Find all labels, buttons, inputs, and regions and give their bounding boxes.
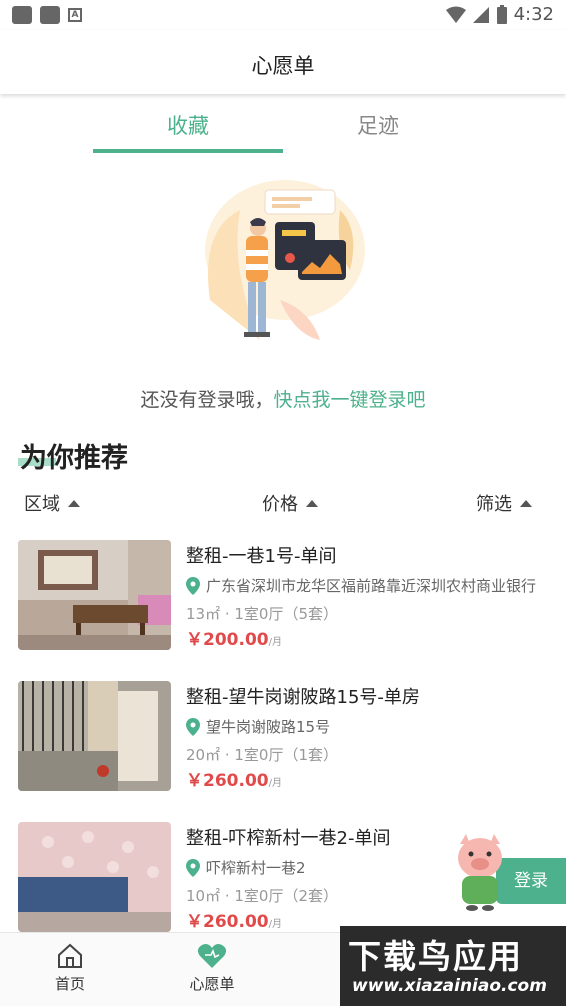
- listing-price-value: ￥200.00: [186, 630, 269, 650]
- recommend-section-title: 为你推荐: [20, 443, 128, 474]
- keyboard-a-icon: A: [68, 8, 82, 22]
- listing-title: 整租-一巷1号-单间: [186, 546, 337, 567]
- filter-area[interactable]: 区域: [24, 490, 80, 516]
- tab-history[interactable]: 足迹: [283, 110, 473, 140]
- clock-time: 4:32: [513, 4, 554, 25]
- listing-address: 望牛岗谢陂路15号: [186, 716, 546, 737]
- tab-favorites[interactable]: 收藏: [93, 110, 283, 140]
- listing-title: 整租-吓榨新村一巷2-单间: [186, 828, 391, 849]
- listing-price-unit: /月: [268, 637, 282, 648]
- listing-address: 广东省深圳市龙华区福前路靠近深圳农村商业银行: [186, 575, 546, 596]
- watermark-title: 下载鸟应用: [348, 937, 523, 976]
- app-header: 心愿单: [0, 30, 566, 94]
- filter-more[interactable]: 筛选: [476, 490, 532, 516]
- listing-price-unit: /月: [268, 919, 282, 930]
- notification-app-icon: [40, 6, 60, 24]
- sort-up-icon: [520, 499, 532, 507]
- listing-photo: [18, 822, 171, 932]
- nav-home[interactable]: 首页: [25, 943, 115, 994]
- listing-address-text: 广东省深圳市龙华区福前路靠近深圳农村商业银行: [206, 577, 537, 595]
- floating-login[interactable]: 登录: [452, 832, 566, 912]
- one-click-login-link[interactable]: 快点我一键登录吧: [274, 389, 426, 411]
- home-icon: [58, 943, 82, 968]
- sort-up-icon: [68, 499, 80, 507]
- nav-wishlist-label: 心愿单: [189, 975, 235, 993]
- nav-wishlist[interactable]: 心愿单: [167, 943, 257, 994]
- listing-spec: 13㎡ · 1室0厅（5套）: [186, 605, 339, 623]
- page-title: 心愿单: [251, 54, 315, 78]
- battery-icon: [496, 4, 507, 24]
- filter-bar: 区域 价格 筛选: [0, 490, 566, 520]
- listing-price: ￥260.00/月: [186, 907, 282, 932]
- login-prompt: 还没有登录哦，快点我一键登录吧: [0, 385, 566, 412]
- notification-icons: A: [12, 6, 82, 24]
- location-pin-icon: [186, 858, 200, 877]
- listing-title: 整租-望牛岗谢陂路15号-单房: [186, 687, 420, 708]
- listing-photo: [18, 540, 171, 650]
- listing-price-unit: /月: [268, 778, 282, 789]
- listing-address-text: 望牛岗谢陂路15号: [206, 718, 331, 736]
- filter-price-label: 价格: [262, 494, 298, 515]
- wifi-icon: [445, 6, 466, 23]
- listing-price: ￥200.00/月: [186, 625, 282, 650]
- watermark-url: www.xiazainiao.com: [352, 976, 547, 996]
- listing-price-value: ￥260.00: [186, 771, 269, 791]
- pig-mascot-icon: [458, 834, 502, 911]
- cell-signal-icon: [472, 6, 489, 23]
- heart-icon: [197, 944, 227, 968]
- nav-home-label: 首页: [54, 975, 85, 993]
- notification-app-icon: [12, 6, 32, 24]
- filter-more-label: 筛选: [476, 494, 512, 515]
- filter-price[interactable]: 价格: [262, 490, 318, 516]
- listing-price-value: ￥260.00: [186, 912, 269, 932]
- listing-card[interactable]: 整租-望牛岗谢陂路15号-单房 望牛岗谢陂路15号 20㎡ · 1室0厅（1套）…: [18, 681, 558, 791]
- location-pin-icon: [186, 717, 200, 736]
- listing-spec: 10㎡ · 1室0厅（2套）: [186, 887, 339, 905]
- watermark: 下载鸟应用 www.xiazainiao.com: [340, 926, 566, 1006]
- sort-up-icon: [306, 499, 318, 507]
- wishlist-tabs: 收藏 足迹: [0, 100, 566, 154]
- filter-area-label: 区域: [24, 494, 60, 515]
- empty-state-illustration: [205, 180, 365, 340]
- listing-card[interactable]: 整租-一巷1号-单间 广东省深圳市龙华区福前路靠近深圳农村商业银行 13㎡ · …: [18, 540, 558, 650]
- login-prompt-text: 还没有登录哦，: [140, 389, 274, 411]
- status-bar: A 4:32: [0, 0, 566, 30]
- listing-price: ￥260.00/月: [186, 766, 282, 791]
- active-tab-indicator: [93, 149, 283, 153]
- listing-photo: [18, 681, 171, 791]
- listing-spec: 20㎡ · 1室0厅（1套）: [186, 746, 339, 764]
- location-pin-icon: [186, 576, 200, 595]
- listing-address-text: 吓榨新村一巷2: [206, 859, 306, 877]
- system-icons: 4:32: [445, 4, 554, 25]
